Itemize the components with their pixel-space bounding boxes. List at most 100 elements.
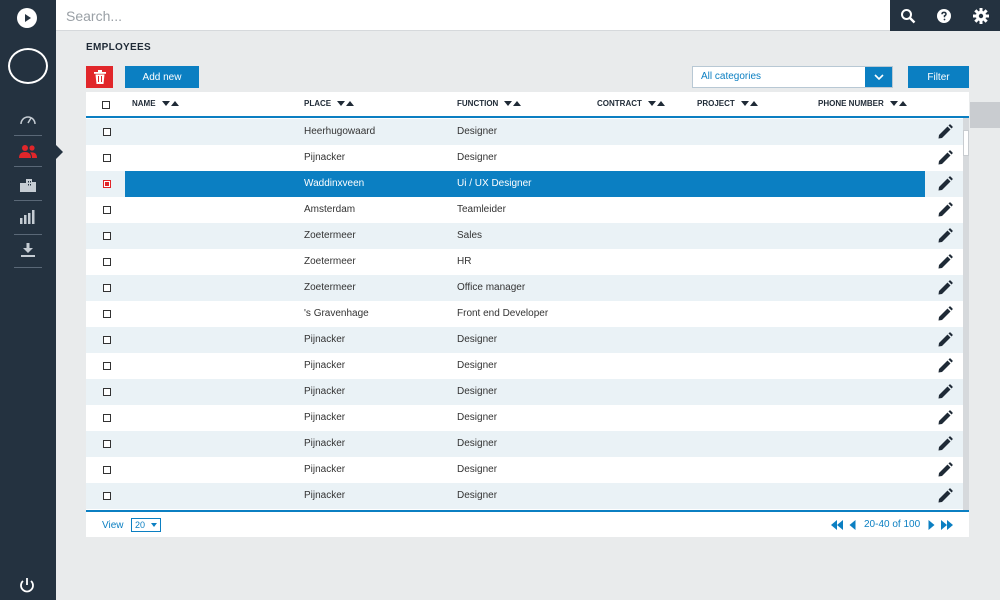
- edit-pencil-icon[interactable]: [937, 436, 953, 452]
- table-row[interactable]: Pijnacker Designer: [86, 145, 964, 171]
- edit-pencil-icon[interactable]: [937, 150, 953, 166]
- category-select[interactable]: All categories: [692, 66, 893, 88]
- column-header-function[interactable]: FUNCTION: [457, 99, 522, 108]
- sidebar-divider: [14, 267, 42, 268]
- edit-pencil-icon[interactable]: [937, 384, 953, 400]
- search-input[interactable]: [66, 4, 866, 28]
- cell-function: Designer: [457, 152, 498, 163]
- table-row[interactable]: Pijnacker Designer: [86, 327, 964, 353]
- cell-function: Designer: [457, 490, 498, 501]
- settings-button[interactable]: [962, 0, 1000, 31]
- power-button[interactable]: [18, 576, 38, 596]
- logo-play-icon[interactable]: [17, 8, 37, 28]
- last-page-icon[interactable]: [941, 519, 954, 530]
- scrollbar-thumb[interactable]: [963, 130, 969, 156]
- gear-icon: [973, 7, 989, 24]
- column-header-project[interactable]: PROJECT: [697, 99, 758, 108]
- avatar[interactable]: [8, 48, 48, 84]
- next-page-icon[interactable]: [928, 519, 935, 530]
- pagination: 20-40 of 100: [831, 519, 954, 530]
- edit-pencil-icon[interactable]: [937, 124, 953, 140]
- cell-place: 's Gravenhage: [304, 308, 369, 319]
- row-checkbox[interactable]: [103, 232, 111, 240]
- edit-pencil-icon[interactable]: [937, 228, 953, 244]
- cell-place: Waddinxveen: [304, 178, 365, 189]
- table-row[interactable]: Pijnacker Designer: [86, 353, 964, 379]
- cell-place: Pijnacker: [304, 438, 346, 449]
- column-header-phone-number[interactable]: PHONE NUMBER: [818, 99, 907, 108]
- row-checkbox[interactable]: [103, 284, 111, 292]
- table-row[interactable]: Waddinxveen Ui / UX Designer: [86, 171, 964, 197]
- sidebar-item-employees[interactable]: [14, 138, 42, 164]
- row-checkbox[interactable]: [103, 180, 111, 188]
- edit-pencil-icon[interactable]: [937, 462, 953, 478]
- edit-pencil-icon[interactable]: [937, 358, 953, 374]
- edit-pencil-icon[interactable]: [937, 488, 953, 504]
- row-checkbox[interactable]: [103, 310, 111, 318]
- prev-page-icon[interactable]: [849, 519, 856, 530]
- sidebar-item-dashboard[interactable]: [14, 106, 42, 132]
- trash-icon: [93, 70, 106, 84]
- sidebar-item-companies[interactable]: [14, 172, 42, 198]
- edit-pencil-icon[interactable]: [937, 202, 953, 218]
- delete-button[interactable]: [86, 66, 113, 88]
- help-button[interactable]: [926, 0, 962, 31]
- row-checkbox[interactable]: [103, 466, 111, 474]
- chevron-down-icon[interactable]: [865, 67, 892, 87]
- active-item-caret: [56, 145, 63, 159]
- column-label: FUNCTION: [457, 99, 499, 108]
- column-header-place[interactable]: PLACE: [304, 99, 355, 108]
- filter-button[interactable]: Filter: [908, 66, 969, 88]
- edit-pencil-icon[interactable]: [937, 306, 953, 322]
- table-row[interactable]: Pijnacker Designer: [86, 405, 964, 431]
- sort-icon[interactable]: [889, 101, 907, 106]
- page-range: 20-40 of 100: [864, 519, 921, 530]
- row-checkbox[interactable]: [103, 388, 111, 396]
- table-row[interactable]: Pijnacker Designer: [86, 457, 964, 483]
- table-row[interactable]: Pijnacker Designer: [86, 483, 964, 509]
- page-size-select[interactable]: 20: [131, 518, 161, 532]
- side-panel-tab[interactable]: [970, 102, 1000, 128]
- edit-pencil-icon[interactable]: [937, 176, 953, 192]
- edit-pencil-icon[interactable]: [937, 410, 953, 426]
- add-new-button[interactable]: Add new: [125, 66, 199, 88]
- table-row[interactable]: Pijnacker Designer: [86, 431, 964, 457]
- sort-icon[interactable]: [161, 101, 179, 106]
- power-icon: [20, 578, 34, 593]
- scrollbar-track[interactable]: [963, 118, 969, 510]
- column-header-name[interactable]: NAME: [132, 99, 179, 108]
- row-checkbox[interactable]: [103, 414, 111, 422]
- row-checkbox[interactable]: [103, 206, 111, 214]
- row-checkbox[interactable]: [103, 440, 111, 448]
- cell-place: Zoetermeer: [304, 282, 356, 293]
- sort-icon[interactable]: [337, 101, 355, 106]
- sidebar-item-download[interactable]: [14, 237, 42, 263]
- sidebar-item-reports[interactable]: [14, 204, 42, 230]
- row-checkbox[interactable]: [103, 128, 111, 136]
- cell-place: Zoetermeer: [304, 256, 356, 267]
- column-header-contract[interactable]: CONTRACT: [597, 99, 665, 108]
- table-row[interactable]: Zoetermeer Sales: [86, 223, 964, 249]
- sort-icon[interactable]: [504, 101, 522, 106]
- table-row[interactable]: Pijnacker Designer: [86, 379, 964, 405]
- edit-pencil-icon[interactable]: [937, 332, 953, 348]
- sort-icon[interactable]: [740, 101, 758, 106]
- table-row[interactable]: Amsterdam Teamleider: [86, 197, 964, 223]
- row-checkbox[interactable]: [103, 336, 111, 344]
- row-checkbox[interactable]: [103, 154, 111, 162]
- edit-pencil-icon[interactable]: [937, 254, 953, 270]
- table-row[interactable]: Heerhugowaard Designer: [86, 119, 964, 145]
- edit-pencil-icon[interactable]: [937, 280, 953, 296]
- cell-function: Designer: [457, 386, 498, 397]
- table-row[interactable]: 's Gravenhage Front end Developer: [86, 301, 964, 327]
- table-row[interactable]: Zoetermeer HR: [86, 249, 964, 275]
- select-all-checkbox[interactable]: [102, 101, 110, 109]
- column-label: PHONE NUMBER: [818, 99, 884, 108]
- search-button[interactable]: [890, 0, 926, 31]
- table-row[interactable]: Zoetermeer Office manager: [86, 275, 964, 301]
- row-checkbox[interactable]: [103, 362, 111, 370]
- row-checkbox[interactable]: [103, 258, 111, 266]
- first-page-icon[interactable]: [831, 519, 843, 530]
- row-checkbox[interactable]: [103, 492, 111, 500]
- sort-icon[interactable]: [647, 101, 665, 106]
